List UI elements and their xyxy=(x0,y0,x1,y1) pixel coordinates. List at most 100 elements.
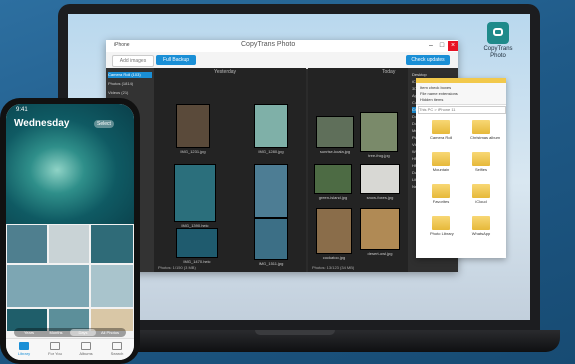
folder-item[interactable]: Photo Library xyxy=(430,216,454,236)
photo-thumbnail[interactable]: desert-owl.jpg xyxy=(360,208,400,256)
thumbnail-caption: snow-foxes.jpg xyxy=(366,195,394,200)
thumbnail-caption: tree-frog.jpg xyxy=(368,153,390,158)
folder-label: WhatsApp xyxy=(471,231,491,236)
iphone-screen: 9:41 Wednesday Select Years Months Days All… xyxy=(6,104,134,360)
folder-item[interactable]: Selfies xyxy=(470,152,492,172)
folder-item[interactable]: WhatsApp xyxy=(470,216,492,236)
minimize-button[interactable]: – xyxy=(426,41,436,51)
folder-item[interactable]: Mountain xyxy=(430,152,452,172)
column-header: Today xyxy=(382,69,396,75)
device-selector[interactable]: iPhone xyxy=(114,42,130,48)
segment-all-photos[interactable]: All Photos xyxy=(97,329,123,336)
folder-label: Camera Roll xyxy=(430,135,453,140)
tab-for-you[interactable]: For You xyxy=(41,342,69,356)
tab-icon xyxy=(112,342,122,350)
status-time: 9:41 xyxy=(16,107,28,113)
ribbon-option[interactable]: File name extensions xyxy=(420,91,458,96)
tab-bar: Library For You Albums Search xyxy=(6,338,134,360)
folder-item[interactable]: Camera Roll xyxy=(430,120,452,140)
ribbon-option[interactable]: Hidden items xyxy=(420,97,443,102)
tab-label: Albums xyxy=(79,351,93,356)
photo-cell[interactable] xyxy=(48,224,90,264)
tab-icon xyxy=(50,342,60,350)
folder-item[interactable]: Christmas album xyxy=(470,120,501,140)
photo-thumbnail[interactable]: cockatoo.jpg xyxy=(316,208,352,260)
thumbnail-caption: IMG_1231.jpg xyxy=(180,149,206,154)
app-window: iPhone CopyTrans Photo – □ × Add images … xyxy=(106,40,458,272)
status-left: Photos: 1/150 (3 MB) xyxy=(158,265,196,270)
photo-grid xyxy=(6,224,134,332)
folder-icon xyxy=(472,120,490,134)
tab-icon xyxy=(81,342,91,350)
tab-label: Library xyxy=(17,351,31,356)
view-segment-control: Years Months Days All Photos xyxy=(14,328,126,337)
folder-item[interactable]: iCloud xyxy=(470,184,492,204)
photo-thumbnail[interactable]: IMG_1442.jpg xyxy=(254,164,288,224)
explorer-titlebar xyxy=(416,78,506,83)
ribbon-option[interactable]: Item check boxes xyxy=(420,85,451,90)
photo-thumbnail[interactable]: sunrise-koala.jpg xyxy=(316,116,354,154)
folder-icon xyxy=(432,152,450,166)
album-item[interactable]: Camera Roll (103) xyxy=(108,72,152,78)
toolbar: Add images Full Backup Check updates xyxy=(106,52,458,69)
column-header: Yesterday xyxy=(214,69,237,75)
segment-years[interactable]: Years xyxy=(16,329,42,336)
pc-photos-pane: Today Photos: 13/123 (34 MB) sunrise-koa… xyxy=(308,68,408,272)
title-bar: iPhone CopyTrans Photo – □ × xyxy=(106,40,458,52)
photo-cell[interactable] xyxy=(6,264,90,308)
desktop-app-icon[interactable]: CopyTrans Photo xyxy=(478,22,518,60)
maximize-button[interactable]: □ xyxy=(437,41,447,51)
segment-months[interactable]: Months xyxy=(43,329,69,336)
folder-icon xyxy=(472,216,490,230)
check-updates-button[interactable]: Check updates xyxy=(406,55,450,65)
folder-label: iCloud xyxy=(475,199,487,204)
thumbnail-caption: desert-owl.jpg xyxy=(367,251,393,256)
photo-thumbnail[interactable]: snow-foxes.jpg xyxy=(360,164,400,200)
folder-label: Mountain xyxy=(432,167,450,172)
photo-thumbnail[interactable]: IMG_1231.jpg xyxy=(176,104,210,154)
photo-cell[interactable] xyxy=(90,224,134,264)
page-title: Wednesday xyxy=(14,118,70,129)
photo-thumbnail[interactable]: green-island.jpg xyxy=(314,164,352,200)
photo-thumbnail[interactable]: IMG_1511.jpg xyxy=(254,218,288,266)
thumbnail-caption: sunrise-koala.jpg xyxy=(319,149,351,154)
thumbnail-caption: IMG_1511.jpg xyxy=(258,261,284,266)
album-item[interactable]: Photos (1814) xyxy=(108,81,152,87)
select-button[interactable]: Select xyxy=(94,120,114,128)
folder-icon xyxy=(432,184,450,198)
photo-cell[interactable] xyxy=(6,224,48,264)
explorer-ribbon: Item check boxes File name extensions Hi… xyxy=(416,78,506,105)
file-explorer-window: Item check boxes File name extensions Hi… xyxy=(416,78,506,258)
tab-label: For You xyxy=(48,351,62,356)
tab-icon xyxy=(19,342,29,350)
folder-label: Christmas album xyxy=(470,135,501,140)
folder-label: Photo Library xyxy=(430,231,454,236)
segment-days[interactable]: Days xyxy=(70,329,96,336)
window-title: CopyTrans Photo xyxy=(241,41,296,48)
add-images-button[interactable]: Add images xyxy=(112,55,154,67)
tab-albums[interactable]: Albums xyxy=(72,342,100,356)
full-backup-button[interactable]: Full Backup xyxy=(156,55,196,65)
folder-item[interactable]: Favorites xyxy=(430,184,452,204)
folder-label: Selfies xyxy=(474,167,487,172)
photo-thumbnail[interactable]: IMG_1390.heic xyxy=(174,164,216,228)
folder-icon xyxy=(432,120,450,134)
thumbnail-caption: green-island.jpg xyxy=(318,195,348,200)
photo-thumbnail[interactable]: IMG_1470.heic xyxy=(176,228,218,264)
photo-cell[interactable] xyxy=(90,264,134,308)
photo-thumbnail[interactable]: tree-frog.jpg xyxy=(360,112,398,158)
folder-icon xyxy=(472,184,490,198)
photo-thumbnail[interactable]: IMG_1280.jpg xyxy=(254,104,288,154)
folder-label: Favorites xyxy=(432,199,450,204)
folder-icon xyxy=(472,152,490,166)
camera-icon xyxy=(487,22,509,44)
folder-icon xyxy=(432,216,450,230)
thumbnail-caption: IMG_1280.jpg xyxy=(258,149,284,154)
explorer-address-bar[interactable]: This PC > iPhone 11 xyxy=(418,106,506,114)
iphone-photos-pane: Yesterday Photos: 1/150 (3 MB) IMG_1231.… xyxy=(154,68,306,272)
thumbnail-caption: IMG_1470.heic xyxy=(183,259,211,264)
album-item[interactable]: Videos (21) xyxy=(108,90,152,96)
tab-search[interactable]: Search xyxy=(103,342,131,356)
tab-library[interactable]: Library xyxy=(10,342,38,356)
close-button[interactable]: × xyxy=(448,41,458,51)
